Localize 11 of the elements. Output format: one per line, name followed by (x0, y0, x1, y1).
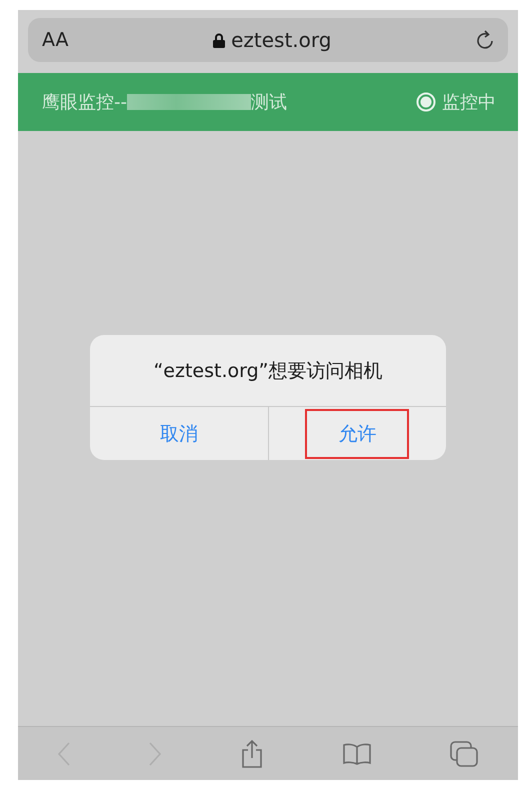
tabs-icon[interactable] (449, 740, 480, 768)
page-title-suffix: 测试 (251, 91, 287, 114)
dialog-message: “eztest.org”想要访问相机 (153, 358, 383, 384)
lock-icon (213, 32, 226, 48)
page-title: 鹰眼监控-- (42, 91, 127, 114)
text-size-button[interactable]: AA (42, 29, 69, 51)
book-icon[interactable] (342, 742, 372, 764)
status-label: 监控中 (442, 91, 496, 114)
share-icon[interactable] (240, 738, 264, 768)
reload-icon[interactable] (476, 30, 494, 50)
url-text[interactable]: eztest.org (231, 28, 332, 52)
